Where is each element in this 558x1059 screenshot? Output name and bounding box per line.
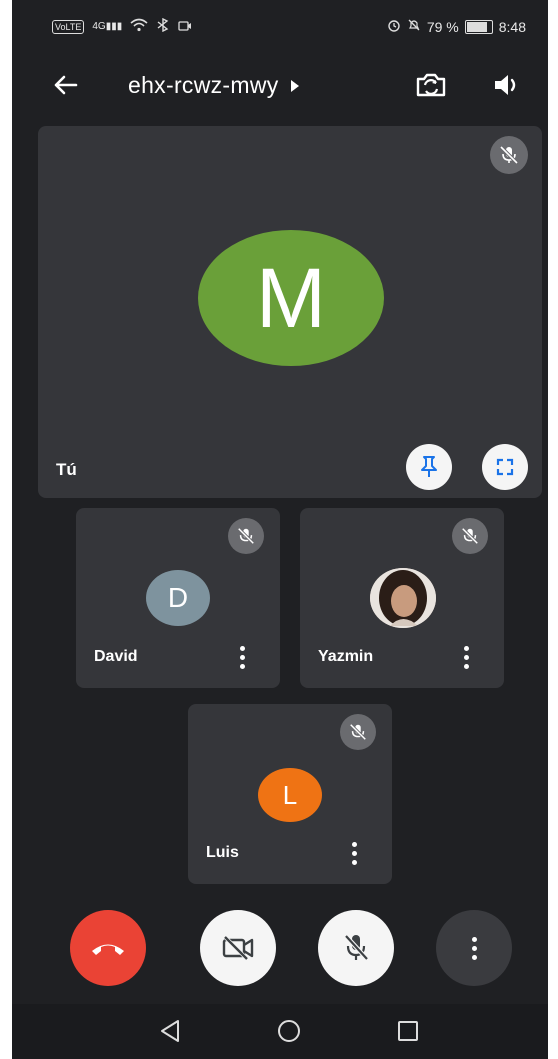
self-video-tile[interactable]: M Tú — [38, 126, 542, 498]
system-nav-bar — [12, 1004, 548, 1059]
microphone-toggle-button[interactable] — [318, 910, 394, 986]
meeting-code: ehx-rcwz-mwy — [128, 72, 279, 98]
participant-name: Yazmin — [318, 648, 374, 665]
nav-back-button[interactable] — [158, 1018, 182, 1049]
dot — [471, 945, 477, 951]
triangle-back-icon — [161, 1020, 179, 1042]
participant-tile-luis[interactable]: L Luis — [188, 704, 392, 884]
switch-camera-button[interactable] — [414, 68, 448, 102]
dot — [471, 936, 477, 942]
speaker-icon — [495, 75, 516, 95]
nav-recents-button[interactable] — [396, 1019, 420, 1048]
dot — [463, 654, 469, 660]
dot — [351, 859, 357, 865]
camera-switch-icon — [416, 73, 446, 97]
participant-mute-indicator — [340, 714, 376, 750]
circle-home-icon — [278, 1020, 300, 1042]
do-not-disturb-icon — [407, 18, 421, 35]
pin-button[interactable] — [406, 444, 452, 490]
participant-avatar: D — [146, 570, 210, 626]
dot — [239, 654, 245, 660]
pin-icon — [421, 456, 437, 477]
mic-off-icon — [237, 527, 255, 545]
more-options-button[interactable] — [230, 642, 254, 672]
more-options-button[interactable] — [436, 910, 512, 986]
dot — [239, 645, 245, 651]
participant-name: David — [94, 648, 138, 665]
more-options-button[interactable] — [342, 838, 366, 868]
participant-name: Luis — [206, 844, 239, 861]
self-mute-indicator — [490, 136, 528, 174]
battery-icon — [464, 19, 493, 34]
wifi-icon — [130, 18, 148, 35]
alarm-icon — [387, 18, 401, 35]
camera-status-icon — [178, 19, 192, 35]
network-type-label: 4G — [92, 21, 106, 32]
clock: 8:48 — [498, 18, 526, 35]
mic-off-icon — [461, 527, 479, 545]
signal-icon: 4G▮▮▮ — [92, 21, 123, 32]
participant-mute-indicator — [452, 518, 488, 554]
mic-off-icon — [344, 934, 369, 961]
participant-avatar: L — [258, 768, 322, 822]
mic-off-icon — [499, 145, 519, 165]
meet-call-screen: VoLTE 4G▮▮▮ 79 % 8:48 ehx-rcwz-mwy M Tú … — [12, 0, 548, 1059]
self-avatar: M — [198, 230, 384, 366]
camera-off-icon — [222, 935, 254, 961]
participant-photo-avatar — [370, 568, 436, 628]
meeting-info-button[interactable]: ehx-rcwz-mwy — [128, 72, 299, 99]
call-header: ehx-rcwz-mwy — [12, 60, 548, 110]
dot — [239, 663, 245, 669]
nav-home-button[interactable] — [276, 1018, 302, 1049]
self-name-label: Tú — [56, 460, 77, 479]
caret-right-icon — [290, 79, 299, 92]
more-options-button[interactable] — [454, 642, 478, 672]
fullscreen-button[interactable] — [482, 444, 528, 490]
mic-off-icon — [349, 723, 367, 741]
dot — [471, 954, 477, 960]
participant-tile-david[interactable]: D David — [76, 508, 280, 688]
audio-output-button[interactable] — [492, 70, 522, 100]
dot — [351, 850, 357, 856]
dot — [463, 663, 469, 669]
participant-tile-yazmin[interactable]: Yazmin — [300, 508, 504, 688]
end-call-button[interactable] — [70, 910, 146, 986]
volte-indicator: VoLTE — [52, 19, 85, 34]
dot — [463, 645, 469, 651]
hang-up-icon — [92, 944, 124, 955]
arrow-left-icon — [54, 75, 78, 95]
profile-photo — [370, 568, 436, 628]
more-vert-icon — [462, 933, 486, 963]
bluetooth-icon — [156, 17, 170, 35]
status-bar: VoLTE 4G▮▮▮ 79 % 8:48 — [12, 0, 548, 56]
battery-percent: 79 % — [426, 18, 459, 35]
participant-mute-indicator — [228, 518, 264, 554]
square-recents-icon — [398, 1021, 418, 1041]
dot — [351, 841, 357, 847]
fullscreen-icon — [496, 458, 514, 476]
battery-level-fill — [466, 21, 488, 32]
camera-toggle-button[interactable] — [200, 910, 276, 986]
back-button[interactable] — [50, 70, 80, 100]
